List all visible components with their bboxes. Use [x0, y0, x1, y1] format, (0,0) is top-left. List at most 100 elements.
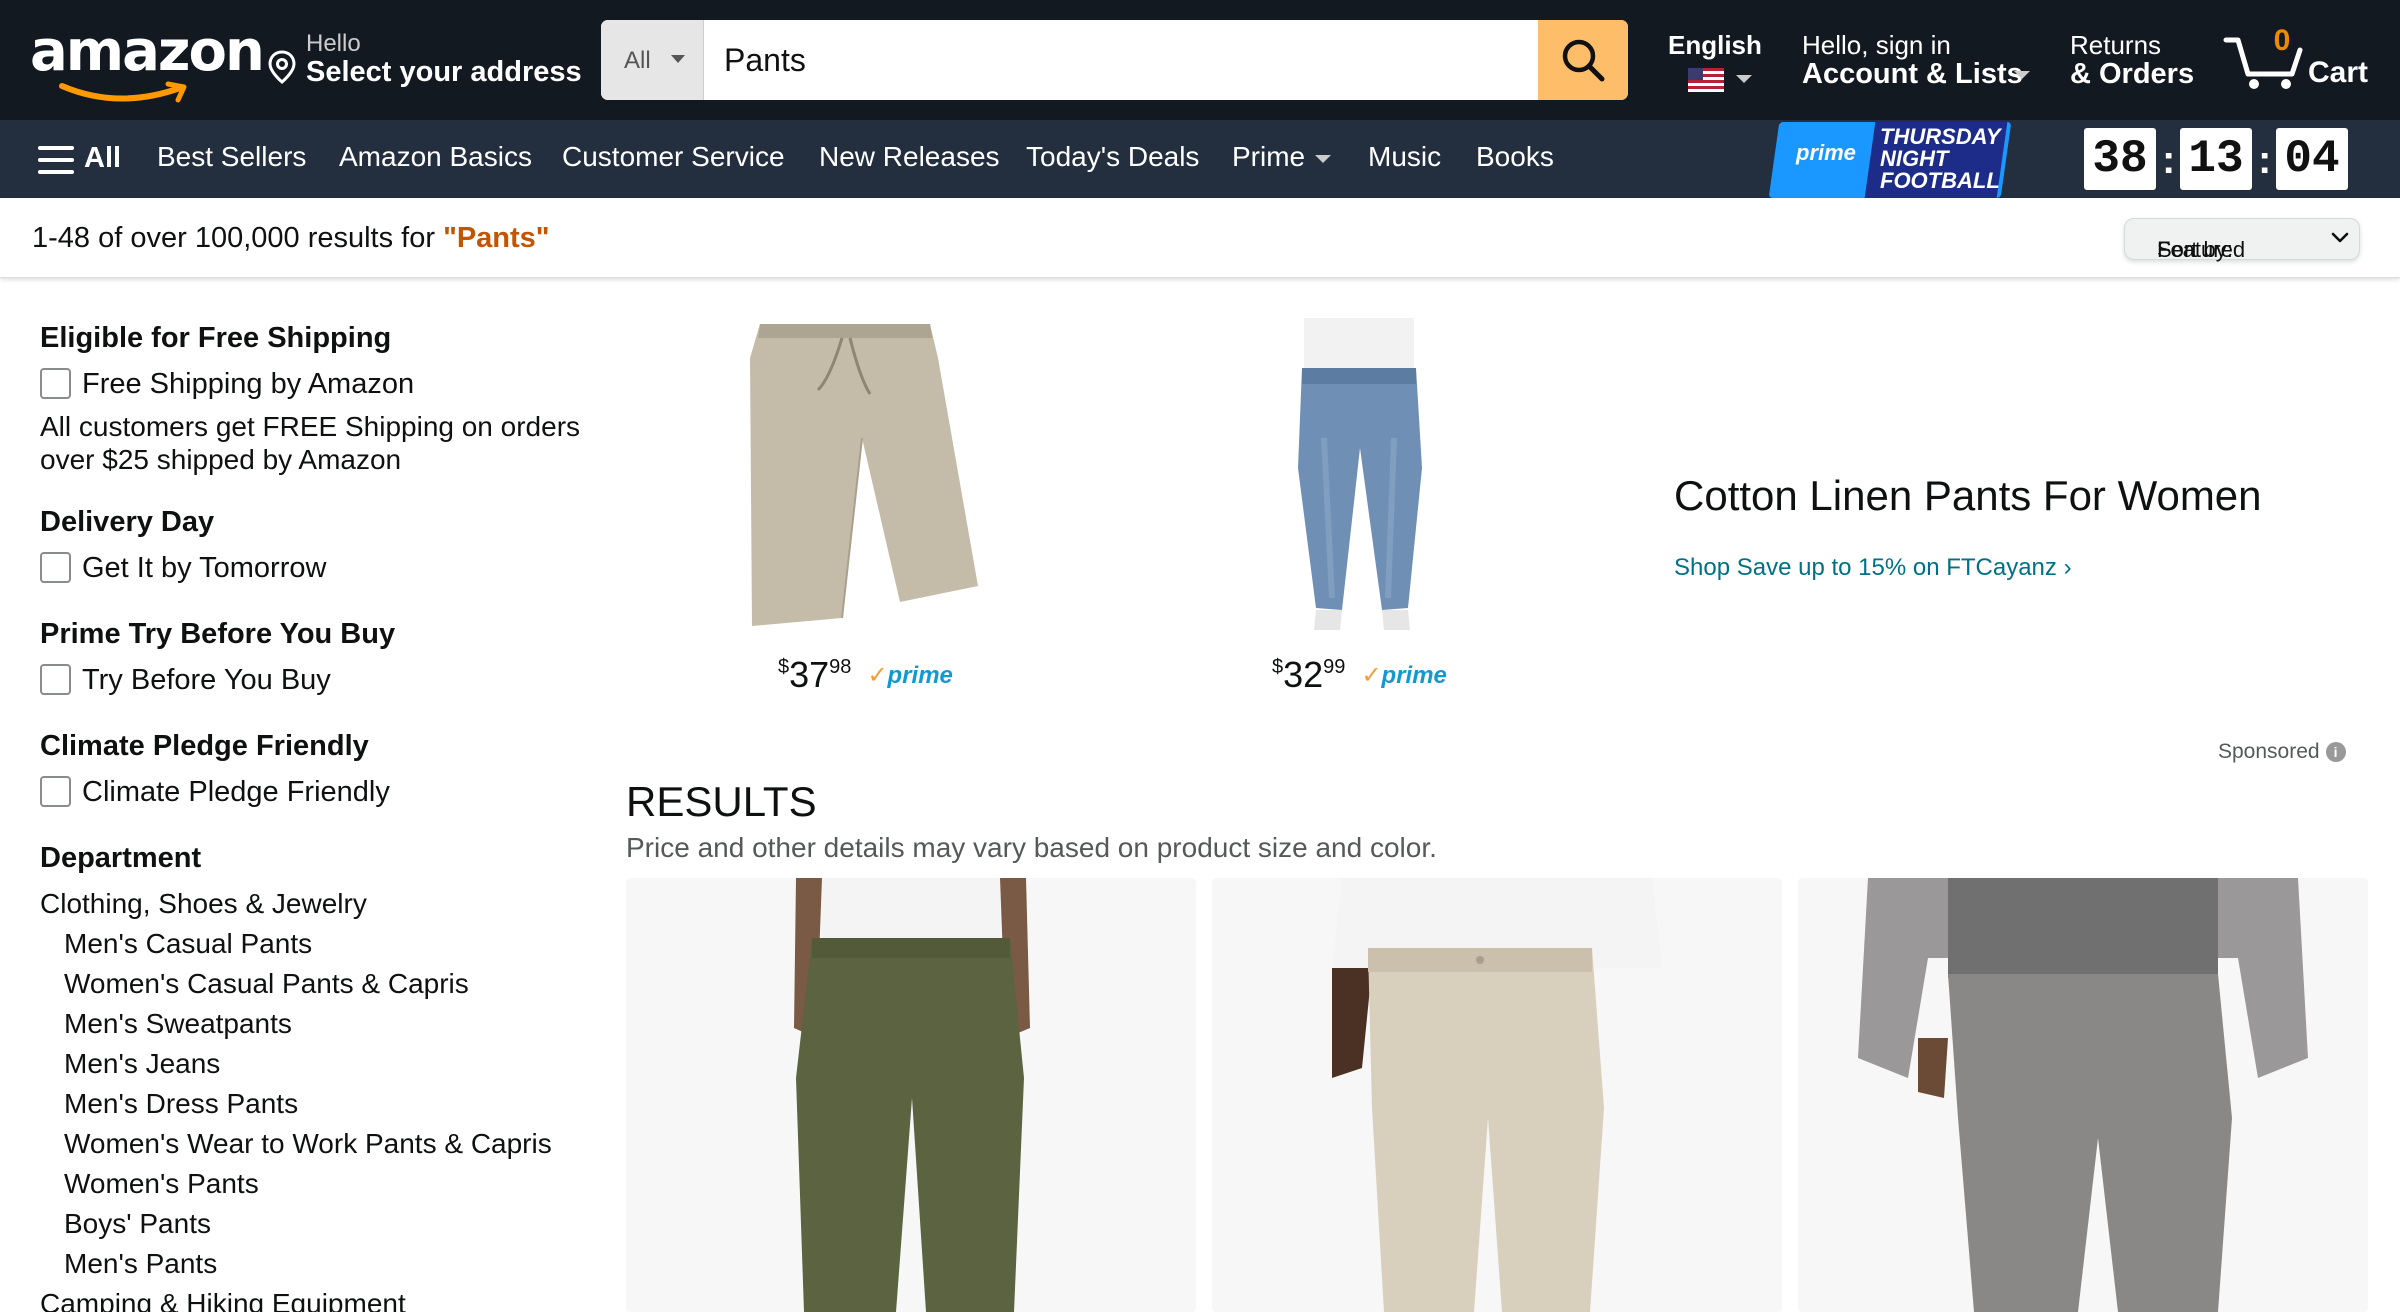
nav-todays-deals[interactable]: Today's Deals [1026, 141, 1199, 173]
product-card[interactable] [1212, 878, 1782, 1312]
nav-books[interactable]: Books [1476, 141, 1554, 173]
nav-amazon-basics[interactable]: Amazon Basics [339, 141, 532, 173]
filter-heading-climate: Climate Pledge Friendly [40, 730, 369, 762]
product-image [1332, 878, 1662, 1312]
countdown-minutes: 13 [2180, 128, 2252, 190]
department-link[interactable]: Women's Casual Pants & Capris [64, 968, 469, 1000]
nav-prime[interactable]: Prime [1232, 141, 1332, 173]
price-currency: $ [1272, 656, 1284, 678]
product-card[interactable] [626, 878, 1196, 1312]
checkbox[interactable] [40, 552, 71, 583]
tnf-line-2: NIGHT [1880, 146, 1949, 171]
filter-heading-department: Department [40, 842, 202, 874]
hamburger-icon [38, 146, 74, 174]
product-image [1298, 318, 1422, 630]
department-link[interactable]: Men's Jeans [64, 1048, 220, 1080]
price-dollars: 37 [789, 654, 830, 695]
top-nav: amazon Hello Select your address All Eng… [0, 0, 2400, 120]
department-link[interactable]: Women's Wear to Work Pants & Capris [64, 1128, 552, 1160]
department-link[interactable]: Men's Pants [64, 1248, 217, 1280]
caret-down-icon [1736, 75, 1752, 83]
all-label: All [84, 142, 122, 174]
sponsored-banner-title[interactable]: Cotton Linen Pants For Women [1674, 472, 2262, 520]
nav-new-releases[interactable]: New Releases [819, 141, 1000, 173]
account-lists-label: Account & Lists [1802, 58, 2023, 90]
tnf-text: THURSDAY NIGHT FOOTBALL [1880, 126, 2010, 192]
department-link[interactable]: Men's Casual Pants [64, 928, 312, 960]
sponsored-banner-link[interactable]: Shop Save up to 15% on FTCayanz › [1674, 554, 2072, 582]
sort-by-value: Featured [2157, 237, 2246, 262]
price-cents: 99 [1323, 656, 1346, 678]
address-select: Select your address [306, 56, 582, 88]
prime-wordmark: prime [1796, 140, 1856, 165]
cart-button[interactable]: 0 Cart [2222, 22, 2372, 98]
prime-badge: ✓prime [1361, 662, 1446, 689]
language-selector[interactable]: English [1668, 28, 1768, 98]
filter-label: Free Shipping by Amazon [82, 368, 415, 400]
sort-by-dropdown[interactable]: Sort by: Featured [2124, 218, 2360, 262]
product-image [1858, 878, 2308, 1312]
price-currency: $ [778, 656, 790, 678]
check-icon: ✓ [1361, 662, 1382, 689]
cart-count: 0 [2273, 24, 2291, 57]
department-link[interactable]: Boys' Pants [64, 1208, 211, 1240]
account-lists[interactable]: Hello, sign in Account & Lists [1802, 28, 2042, 92]
department-link[interactable]: Women's Pants [64, 1168, 259, 1200]
orders-label: & Orders [2070, 58, 2195, 90]
returns-label: Returns [2070, 30, 2162, 60]
product-price: $3798 ✓prime [778, 654, 953, 696]
product-image [750, 324, 978, 626]
logo-wordmark: amazon [30, 19, 265, 84]
cart-label: Cart [2308, 56, 2369, 89]
countdown-hours: 38 [2084, 128, 2156, 190]
prime-badge-label: prime [1381, 662, 1447, 689]
product-price: $3299 ✓prime [1272, 654, 1447, 696]
department-link[interactable]: Camping & Hiking Equipment [40, 1288, 406, 1312]
filter-heading-try-before: Prime Try Before You Buy [40, 618, 396, 650]
caret-down-icon [1315, 154, 1332, 163]
nav-best-sellers[interactable]: Best Sellers [157, 141, 306, 173]
results-query: "Pants" [443, 222, 550, 254]
prime-badge: ✓prime [867, 662, 952, 689]
search-bar: All [601, 20, 1628, 100]
search-input[interactable] [704, 20, 1526, 100]
department-link[interactable]: Men's Dress Pants [64, 1088, 298, 1120]
account-greeting: Hello, sign in [1802, 30, 1951, 60]
sort-by-text: Sort by: Featured [2141, 228, 2245, 262]
returns-orders[interactable]: Returns & Orders [2070, 28, 2200, 92]
countdown-colon: : [2162, 138, 2176, 182]
tnf-line-3: FOOTBALL [1880, 168, 2000, 193]
thursday-night-football-promo[interactable]: prime THURSDAY NIGHT FOOTBALL [1768, 118, 2012, 198]
department-link[interactable]: Clothing, Shoes & Jewelry [40, 888, 367, 920]
price-dollars: 32 [1283, 654, 1324, 695]
product-image [794, 878, 1030, 1312]
results-count: 1-48 of over 100,000 results for "Pants" [32, 222, 550, 255]
location-pin-icon [268, 50, 296, 84]
department-link[interactable]: Men's Sweatpants [64, 1008, 292, 1040]
product-card[interactable] [1798, 878, 2368, 1312]
search-category-dropdown[interactable]: All [601, 20, 704, 100]
search-button[interactable] [1538, 20, 1628, 100]
us-flag-icon [1688, 68, 1724, 92]
prime-badge-label: prime [887, 662, 953, 689]
caret-down-icon [2014, 71, 2030, 79]
sponsored-text: Sponsored [2218, 740, 2320, 763]
check-icon: ✓ [867, 662, 888, 689]
info-icon: i [2325, 742, 2346, 762]
address-hello: Hello [306, 30, 361, 57]
nav-music[interactable]: Music [1368, 141, 1441, 173]
search-icon [1562, 39, 1605, 82]
countdown-seconds: 04 [2276, 128, 2348, 190]
amazon-logo[interactable]: amazon [30, 19, 265, 103]
filter-label: Get It by Tomorrow [82, 552, 327, 584]
checkbox[interactable] [40, 368, 71, 399]
checkbox[interactable] [40, 776, 71, 807]
checkbox[interactable] [40, 664, 71, 695]
search-category-label: All [624, 47, 651, 74]
nav-customer-service[interactable]: Customer Service [562, 141, 785, 173]
sponsored-label[interactable]: Sponsored i [2218, 740, 2346, 764]
filter-label: Climate Pledge Friendly [82, 776, 390, 808]
deliver-to-address[interactable]: Hello Select your address [268, 28, 582, 92]
secondary-nav: All Best Sellers Amazon Basics Customer … [0, 120, 2400, 198]
filter-heading-free-shipping: Eligible for Free Shipping [40, 322, 392, 354]
